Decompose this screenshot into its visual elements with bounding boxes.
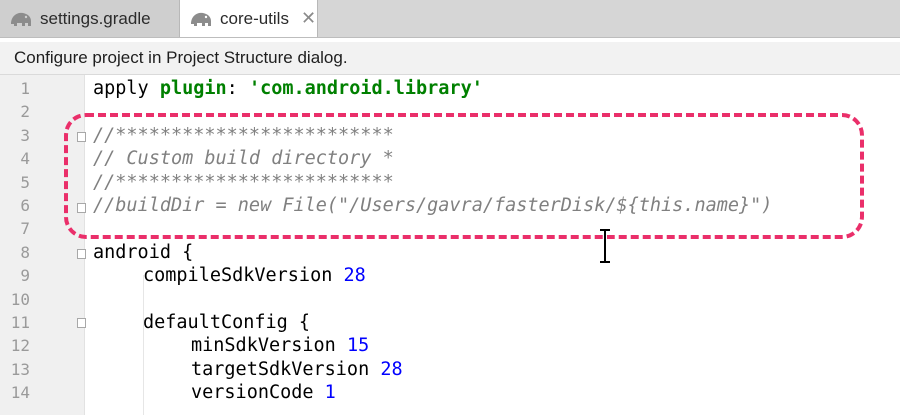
code-text: versionCode 1 <box>191 382 336 404</box>
close-icon[interactable]: ✕ <box>301 8 316 29</box>
line-number: 8 <box>20 242 30 262</box>
text-cursor-icon <box>600 228 610 264</box>
gradle-elephant-icon <box>11 12 31 26</box>
code-text: compileSdkVersion 28 <box>143 265 366 287</box>
line-number: 3 <box>20 125 30 145</box>
code-line: 1 apply plugin: 'com.android.library' <box>0 77 900 100</box>
line-number: 2 <box>20 102 30 122</box>
code-text: apply plugin: 'com.android.library' <box>93 78 483 99</box>
editor-tab-bar: settings.gradle core-utils ✕ <box>0 0 900 38</box>
code-line: 13 targetSdkVersion 28 <box>0 358 900 381</box>
code-line: 12 minSdkVersion 15 <box>0 334 900 357</box>
tab-settings-gradle[interactable]: settings.gradle <box>0 0 180 37</box>
line-number: 7 <box>20 219 30 239</box>
line-number: 11 <box>10 312 30 332</box>
code-text: defaultConfig { <box>143 311 311 333</box>
line-number: 10 <box>10 289 30 309</box>
code-line: 9 compileSdkVersion 28 <box>0 264 900 287</box>
line-number: 13 <box>10 359 30 379</box>
highlight-annotation <box>64 113 864 239</box>
tab-label: core-utils <box>220 8 289 28</box>
project-structure-notice: Configure project in Project Structure d… <box>0 42 900 75</box>
tab-core-utils[interactable]: core-utils ✕ <box>180 0 318 37</box>
line-number: 12 <box>10 336 30 356</box>
notice-text: Configure project in Project Structure d… <box>14 48 348 67</box>
line-number: 1 <box>20 79 30 98</box>
gradle-elephant-icon <box>191 12 211 26</box>
line-number: 5 <box>20 172 30 192</box>
code-text: minSdkVersion 15 <box>191 335 370 357</box>
code-line: 10 <box>0 288 900 311</box>
code-text: targetSdkVersion 28 <box>191 358 403 380</box>
line-number: 14 <box>10 383 30 403</box>
code-line: 14 versionCode 1 <box>0 381 900 404</box>
line-number: 6 <box>20 195 30 215</box>
code-text: android { <box>93 241 194 263</box>
code-line: 11 defaultConfig { <box>0 311 900 334</box>
code-line: 8 android { <box>0 241 900 264</box>
line-number: 4 <box>20 149 30 169</box>
tab-label: settings.gradle <box>40 8 151 28</box>
line-number: 9 <box>20 266 30 286</box>
